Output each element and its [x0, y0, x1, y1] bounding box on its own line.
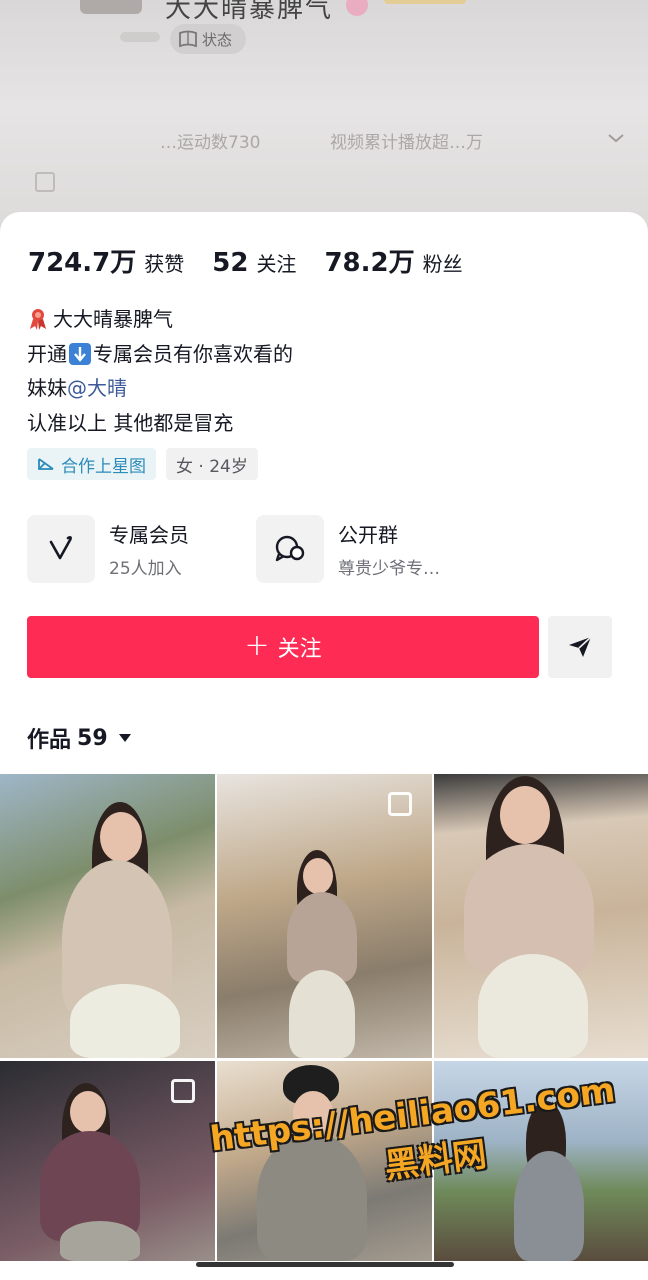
bio: 大大晴暴脾气 开通 专属会员有你喜欢看的 妹妹 @大晴 认准以上 其他都是冒充 [27, 302, 293, 440]
star-map-icon [38, 458, 54, 470]
partner-tag-label: 合作上星图 [61, 456, 146, 477]
stat-likes-value: 724.7万 [28, 248, 137, 278]
profile-header-background [0, 0, 648, 240]
send-message-button[interactable] [548, 616, 612, 678]
plus-icon: + [244, 627, 270, 663]
works-label: 作品 [27, 728, 72, 753]
group-chat-icon [256, 515, 324, 583]
stat-likes[interactable]: 724.7万 获赞 [28, 242, 184, 279]
profile-tags: 合作上星图 女 · 24岁 [27, 448, 258, 480]
v-badge-icon [27, 515, 95, 583]
chevron-down-icon[interactable] [606, 128, 626, 148]
stat-following-value: 52 [212, 248, 249, 278]
status-label: 状态 [202, 30, 233, 49]
figure-head [500, 786, 550, 844]
figure-body [287, 892, 357, 982]
follow-button[interactable]: + 关注 [27, 616, 539, 678]
public-group-title: 公开群 [338, 523, 398, 547]
stat-followers-value: 78.2万 [324, 248, 415, 278]
note-icon[interactable] [35, 172, 55, 192]
bio-line-4: 认准以上 其他都是冒充 [27, 406, 293, 441]
bio-line-2-prefix: 开通 [27, 341, 67, 366]
multi-image-icon [388, 792, 412, 816]
video-thumbnail[interactable] [0, 1061, 215, 1261]
blurred-metric-right: 视频累计播放超…万 [330, 133, 483, 153]
status-chip[interactable]: 状态 [170, 24, 247, 54]
partner-tag[interactable]: 合作上星图 [27, 448, 156, 480]
bio-line-2-suffix: 专属会员有你喜欢看的 [93, 341, 293, 366]
stat-following[interactable]: 52 关注 [212, 248, 296, 278]
video-thumbnail[interactable] [0, 774, 215, 1058]
bio-line-4-text: 认准以上 其他都是冒充 [27, 410, 234, 435]
send-icon [569, 636, 592, 657]
figure-legs [478, 954, 588, 1058]
public-group-subtitle: 尊贵少爷专… [338, 559, 440, 579]
figure-head [100, 812, 142, 862]
blurred-metric-left: …运动数730 [160, 133, 261, 153]
level-badge [384, 0, 466, 4]
works-count: 59 [77, 725, 108, 751]
header-username: 大大晴暴脾气 [165, 0, 334, 24]
bio-line-3: 妹妹 @大晴 [27, 371, 293, 406]
membership-subtitle: 25人加入 [109, 559, 182, 579]
caret-down-icon [118, 734, 131, 742]
figure-legs [60, 1221, 140, 1261]
mention-link[interactable]: @大晴 [67, 371, 127, 406]
stats-row: 724.7万 获赞 52 关注 78.2万 粉丝 [28, 242, 491, 279]
membership-title: 专属会员 [109, 523, 189, 547]
avatar[interactable] [80, 0, 142, 14]
bio-line-1-text: 大大晴暴脾气 [53, 307, 173, 331]
stat-following-label: 关注 [256, 252, 297, 276]
video-thumbnail[interactable] [434, 774, 648, 1058]
down-arrow-icon [69, 342, 91, 365]
figure-head [303, 858, 333, 894]
figure-legs [289, 970, 355, 1058]
status-icon [179, 30, 197, 48]
stat-likes-label: 获赞 [144, 252, 185, 276]
bio-line-1: 大大晴暴脾气 [27, 302, 293, 337]
works-tab[interactable]: 作品 59 [27, 722, 132, 754]
bio-line-2: 开通 专属会员有你喜欢看的 [27, 337, 293, 372]
figure-legs [70, 984, 180, 1058]
ribbon-icon [30, 309, 46, 331]
public-group-entry[interactable]: 公开群 尊贵少爷专… [256, 515, 440, 583]
membership-entry[interactable]: 专属会员 25人加入 [27, 515, 189, 583]
video-thumbnail[interactable] [217, 774, 432, 1058]
gender-age-tag: 女 · 24岁 [166, 448, 258, 480]
home-indicator[interactable] [196, 1262, 454, 1267]
multi-image-icon [171, 1079, 195, 1103]
stat-followers-label: 粉丝 [422, 252, 463, 276]
follow-button-label: 关注 [277, 637, 322, 662]
figure-head [70, 1091, 106, 1133]
stat-followers[interactable]: 78.2万 粉丝 [324, 242, 462, 279]
bio-line-3-prefix: 妹妹 [27, 376, 67, 400]
user-id-blurred [120, 32, 160, 42]
